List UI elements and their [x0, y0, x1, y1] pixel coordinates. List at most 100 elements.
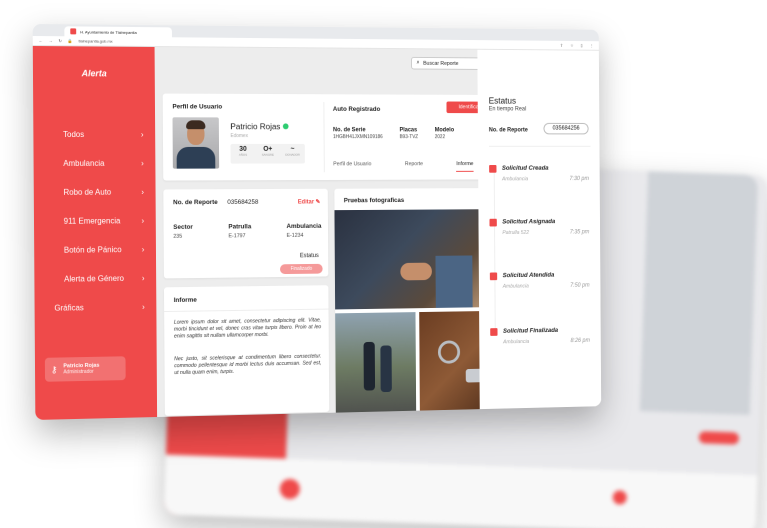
sidebar-item-label: Ambulancia	[63, 158, 105, 168]
sidebar-item-graficas[interactable]: Gráficas ›	[34, 292, 156, 323]
auto-title: Auto Registrado	[332, 105, 381, 113]
field-value: 235	[173, 233, 183, 240]
background-player-bar	[163, 454, 758, 528]
stat-value: 30	[239, 145, 247, 153]
estatus-report-number: 035684256	[543, 122, 589, 135]
field-key: No. de Serie	[332, 127, 366, 134]
sidebar-item-ambulancia[interactable]: Ambulancia ›	[33, 149, 155, 178]
sidebar-item-911-emergencia[interactable]: 911 Emergencia ›	[34, 206, 156, 236]
timeline-line	[493, 165, 496, 333]
reporte-label: No. de Reporte	[173, 199, 218, 207]
sidebar-item-todos[interactable]: Todos ›	[33, 119, 156, 149]
evidence-photo[interactable]	[335, 312, 417, 420]
auto-field-placas: Placas B93-TVZ	[399, 127, 418, 140]
event-time: 8:26 pm	[570, 337, 591, 345]
estatus-report-label: No. de Reporte	[488, 127, 528, 134]
reporte-field-patrulla: Patrulla E-1797	[228, 223, 251, 239]
chevron-right-icon: ›	[140, 130, 144, 140]
sidebar-item-label: 911 Emergencia	[63, 216, 121, 226]
field-key: Patrulla	[228, 223, 252, 231]
sidebar-menu: Todos › Ambulancia › Robo de Auto › 911 …	[33, 119, 156, 323]
sidebar-item-label: Gráficas	[54, 303, 84, 313]
event-subtitle: Ambulancia	[502, 283, 529, 290]
informe-divider	[164, 308, 329, 313]
card-divider	[323, 102, 325, 173]
chevron-right-icon: ›	[141, 244, 145, 254]
lock-icon: 🔒	[67, 38, 73, 44]
reporte-field-sector: Sector 235	[173, 224, 193, 240]
flag-icon	[489, 165, 497, 173]
status-badge: Finalizado	[279, 263, 323, 275]
stat-donor: ~ DONADOR	[280, 144, 305, 164]
auto-fields: No. de Serie 1HGBH41JXMN109186 Placas B9…	[333, 127, 454, 140]
profile-name: Patricio Rojas	[230, 121, 289, 131]
field-value: E-1234	[286, 232, 304, 239]
sidebar-item-alerta-de-genero[interactable]: Alerta de Género ›	[34, 264, 156, 294]
brand-logo: Alerta	[81, 68, 107, 79]
sidebar-item-robo-de-auto[interactable]: Robo de Auto ›	[34, 178, 156, 207]
sidebar-item-label: Alerta de Género	[64, 273, 124, 284]
browser-tab-title: H. Ayuntamiento de Tlalnepantla	[80, 28, 137, 35]
estatus-label: Estatus	[299, 253, 319, 260]
auto-field-serie: No. de Serie 1HGBH41JXMN109186	[333, 127, 383, 140]
field-value: B93-TVZ	[399, 134, 419, 141]
evidence-photo[interactable]	[334, 209, 499, 310]
estatus-panel: Estatus En tiempo Real No. de Reporte 03…	[477, 49, 602, 410]
edit-label: Editar	[297, 199, 314, 206]
reporte-field-ambulancia: Ambulancia E-1234	[286, 223, 321, 239]
chevron-right-icon: ›	[141, 216, 145, 226]
estatus-title: Estatus	[488, 95, 517, 106]
event-title: Solicitud Atendida	[502, 271, 555, 280]
event-subtitle: Ambulancia	[503, 339, 530, 346]
chevron-right-icon: ›	[142, 302, 145, 312]
reload-icon[interactable]: ↻	[58, 38, 61, 43]
reporte-number: 035684258	[227, 198, 259, 206]
sidebar-item-boton-de-panico[interactable]: Botón de Pánico ›	[34, 235, 156, 265]
more-icon[interactable]: ⋮	[590, 43, 594, 48]
informe-paragraph: Lorem ipsum dolor sit amet, consectetur …	[173, 317, 322, 340]
fotos-card: Pruebas fotograficas	[334, 188, 500, 420]
timeline-event: Solicitud Atendida Ambulancia 7:50 pm	[489, 271, 595, 290]
auto-field-modelo: Modelo 2022	[435, 128, 454, 141]
flag-icon	[489, 272, 498, 281]
sidepanel-icon[interactable]: ▯	[581, 43, 583, 48]
field-key: Placas	[399, 127, 418, 134]
stat-label: AÑOS	[238, 152, 248, 157]
user-role: Administrador	[63, 368, 94, 376]
share-icon[interactable]: ⇪	[560, 43, 563, 48]
stat-label: DONADOR	[285, 152, 300, 157]
browser-tab[interactable]: H. Ayuntamiento de Tlalnepantla	[64, 26, 172, 38]
browser-window: H. Ayuntamiento de Tlalnepantla ← → ↻ 🔒 …	[32, 23, 602, 420]
field-value: E-1797	[228, 233, 246, 240]
event-subtitle: Ambulancia	[501, 176, 529, 183]
sidebar-item-label: Robo de Auto	[63, 187, 112, 197]
tab-reporte[interactable]: Reporte	[405, 161, 423, 172]
tab-perfil-de-usuario[interactable]: Perfil de Usuario	[333, 161, 371, 172]
profile-title: Perfil de Usuario	[172, 103, 223, 111]
user-account-box[interactable]: ⚷ Patricio Rojas Administrador	[44, 356, 126, 382]
tab-informe[interactable]: Informe	[456, 161, 474, 172]
forward-icon[interactable]: →	[49, 38, 53, 43]
reporte-fields: Sector 235 Patrulla E-1797 Ambulancia E-…	[173, 223, 321, 240]
informe-paragraph: Nec justo, sit scelerisque at condimentu…	[174, 353, 322, 377]
event-time: 7:35 pm	[569, 229, 590, 236]
fotos-title: Pruebas fotograficas	[343, 197, 405, 205]
field-key: Ambulancia	[286, 222, 322, 231]
field-key: Sector	[173, 223, 193, 231]
background-phone-mockup	[639, 171, 759, 415]
estatus-divider	[488, 145, 591, 147]
search-placeholder: Buscar Reporte	[423, 60, 459, 67]
event-title: Solicitud Asignada	[502, 218, 556, 226]
event-time: 7:50 pm	[570, 282, 590, 289]
event-title: Solicitud Creada	[501, 164, 549, 172]
back-icon[interactable]: ←	[39, 38, 43, 43]
profile-stats: 30 AÑOS O+ SANGRE ~ DONADOR	[230, 143, 305, 164]
informe-card: Informe Lorem ipsum dolor sit amet, cons…	[163, 285, 330, 416]
star-icon[interactable]: ☆	[570, 43, 573, 48]
user-photo	[172, 117, 220, 169]
edit-button[interactable]: Editar ✎	[298, 199, 320, 206]
search-icon: ⌕	[416, 59, 420, 66]
estatus-subtitle: En tiempo Real	[488, 106, 527, 113]
informe-title: Informe	[173, 296, 197, 304]
chevron-right-icon: ›	[141, 187, 144, 197]
